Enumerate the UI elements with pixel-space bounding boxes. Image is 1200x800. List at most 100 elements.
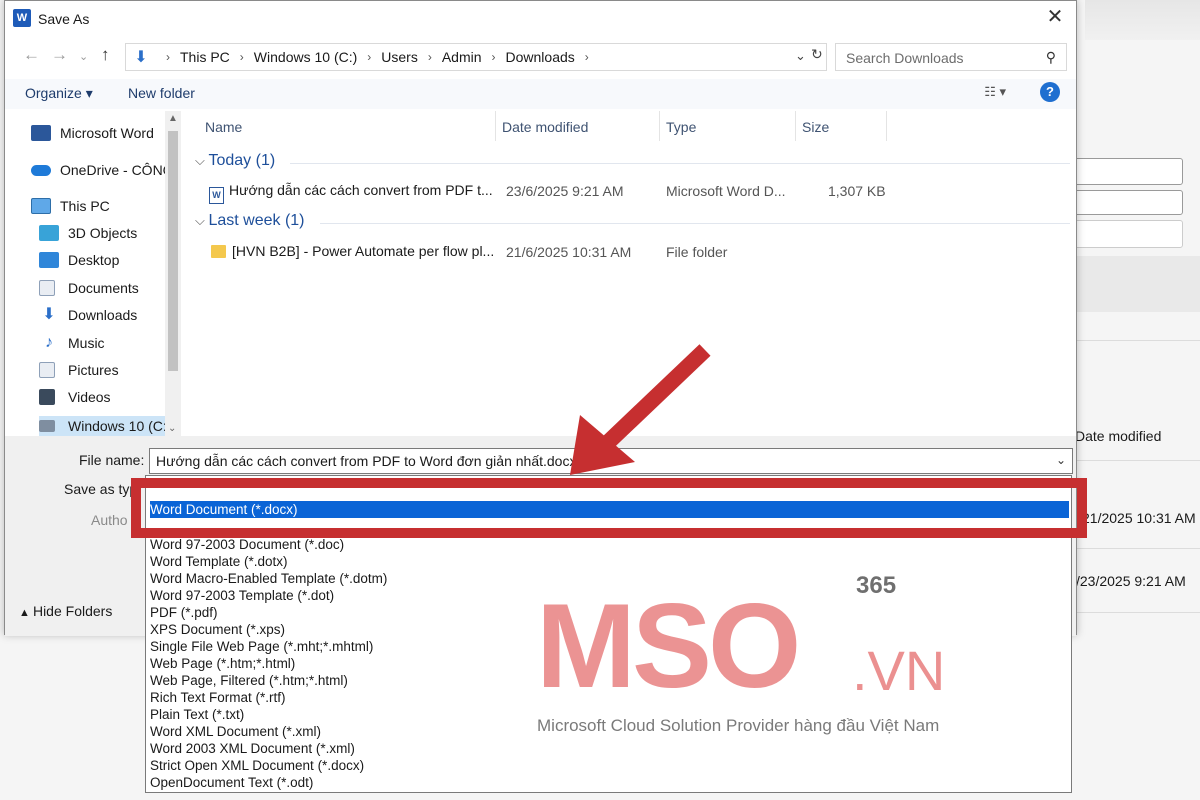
downloads-icon: ⬇ [134,49,148,66]
column-header-name[interactable]: Name [205,119,242,135]
view-options-icon[interactable]: ☷ ▾ [984,84,1006,100]
background-divider [1077,460,1200,461]
sidebar-item-label: Downloads [68,307,138,323]
group-header-today[interactable]: ⌵ Today (1) [195,152,275,170]
forward-arrow-icon[interactable]: → [51,45,68,65]
videos-icon [39,389,55,405]
download-icon: ⬇ [42,306,56,323]
breadcrumb-admin[interactable]: Admin [442,49,482,65]
word-icon [31,125,51,141]
dialog-title: Save As [38,11,90,27]
sidebar-item-3d-objects[interactable]: 3D Objects [39,225,137,241]
new-folder-button[interactable]: New folder [128,85,195,101]
background-input [1070,158,1183,185]
scroll-down-icon[interactable]: ⌄ [168,423,176,434]
file-type: Microsoft Word D... [666,183,786,199]
column-divider[interactable] [495,111,496,141]
column-divider[interactable] [795,111,796,141]
sidebar-item-label: Pictures [68,362,119,378]
background-date-header: Date modified [1075,428,1162,444]
breadcrumb-separator-icon[interactable]: › [492,50,496,64]
chevron-down-icon[interactable]: ⌄ [1056,453,1066,467]
word-document-icon: W [209,187,224,204]
background-select-disabled [1070,220,1183,248]
organize-button[interactable]: Organize ▾ [25,85,93,102]
scrollbar-thumb[interactable] [168,131,178,371]
sidebar-item-label: Videos [68,389,111,405]
folder-type: File folder [666,244,728,260]
folder-date: 21/6/2025 10:31 AM [506,244,632,260]
background-divider [1077,612,1200,613]
address-dropdown-icon[interactable]: ⌄ [795,48,806,64]
column-header-date[interactable]: Date modified [502,119,588,135]
chevron-down-icon: ⌵ [195,153,209,168]
sidebar-item-label: Documents [68,280,139,296]
search-icon[interactable]: ⚲ [1046,49,1056,66]
folder-name: [HVN B2B] - Power Automate per flow pl..… [232,243,495,259]
sidebar-item-downloads[interactable]: ⬇ Downloads [39,306,138,324]
group-header-last-week[interactable]: ⌵ Last week (1) [195,212,305,230]
sidebar-item-windows-drive[interactable]: Windows 10 (C:) [39,416,181,436]
breadcrumb-downloads[interactable]: Downloads [506,49,575,65]
folder-icon [211,245,226,258]
background-band [1077,256,1200,312]
hide-folders-button[interactable]: ▲ Hide Folders [19,603,112,619]
breadcrumb-separator-icon[interactable]: › [367,50,371,64]
dropdown-option[interactable]: Strict Open XML Document (*.docx) [150,757,1069,774]
sidebar-item-label: Desktop [68,252,120,268]
navigation-scrollbar[interactable]: ▲ ⌄ [165,111,181,436]
dropdown-option[interactable]: OpenDocument Text (*.odt) [150,774,1069,791]
sidebar-item-videos[interactable]: Videos [39,389,111,405]
breadcrumb-separator-icon[interactable]: › [428,50,432,64]
background-date-2: /23/2025 9:21 AM [1076,573,1186,589]
breadcrumb-separator-icon[interactable]: › [166,50,170,64]
sidebar-item-label: Music [68,335,105,351]
background-date-1: 21/2025 10:31 AM [1082,510,1196,526]
file-name: Hướng dẫn các cách convert from PDF t... [229,182,493,198]
sidebar-item-label: 3D Objects [68,225,138,241]
sidebar-item-microsoft-word[interactable]: Microsoft Word [31,125,154,141]
watermark-365: 365 [856,572,897,599]
breadcrumb-users[interactable]: Users [381,49,418,65]
group-label: Today (1) [208,152,276,169]
folder-name-cell[interactable]: [HVN B2B] - Power Automate per flow pl..… [211,243,494,259]
breadcrumb-drive[interactable]: Windows 10 (C:) [254,49,357,65]
column-header-size[interactable]: Size [802,119,829,135]
breadcrumb-separator-icon[interactable]: › [240,50,244,64]
watermark-vn: .VN [852,639,946,702]
toolbar: Organize ▾ New folder ☷ ▾ ? [5,79,1076,109]
up-arrow-icon[interactable]: ↑ [101,45,110,65]
column-divider[interactable] [659,111,660,141]
refresh-icon[interactable]: ↻ [811,46,823,63]
hide-folders-label: Hide Folders [32,603,113,619]
sidebar-item-onedrive[interactable]: OneDrive - CÔNG [31,162,174,178]
sidebar-item-documents[interactable]: Documents [39,280,139,296]
file-name-cell[interactable]: W Hướng dẫn các cách convert from PDF t..… [209,182,493,204]
breadcrumb-this-pc[interactable]: This PC [180,49,230,65]
address-bar[interactable]: ⬇ › This PC › Windows 10 (C:) › Users › … [125,43,827,71]
background-divider [1077,340,1200,341]
file-name-value: Hướng dẫn các cách convert from PDF to W… [156,453,577,469]
help-icon[interactable]: ? [1040,82,1060,102]
sidebar-item-desktop[interactable]: Desktop [39,252,119,268]
back-arrow-icon[interactable]: ← [23,45,40,65]
column-header-type[interactable]: Type [666,119,696,135]
scroll-up-icon[interactable]: ▲ [168,113,178,124]
breadcrumb-separator-icon[interactable]: › [585,50,589,64]
dropdown-option[interactable]: Word Template (*.dotx) [150,553,1069,570]
dropdown-option[interactable]: Word 97-2003 Document (*.doc) [150,536,1069,553]
recent-chevron-icon[interactable]: ⌄ [79,50,88,63]
sidebar-item-music[interactable]: ♪ Music [39,335,105,352]
column-divider[interactable] [886,111,887,141]
title-bar: W Save As ✕ [5,1,1076,37]
sidebar-item-pictures[interactable]: Pictures [39,362,119,378]
sidebar-item-this-pc[interactable]: This PC [31,198,110,214]
save-as-type-label: Save as typ [64,481,138,497]
cloud-icon [31,164,51,176]
search-input[interactable]: Search Downloads ⚲ [835,43,1067,71]
file-name-label: File name: [79,452,145,468]
file-size: 1,307 KB [828,183,886,199]
chevron-up-icon: ▲ [19,607,33,619]
close-button[interactable]: ✕ [1042,6,1068,30]
background-select [1070,190,1183,215]
